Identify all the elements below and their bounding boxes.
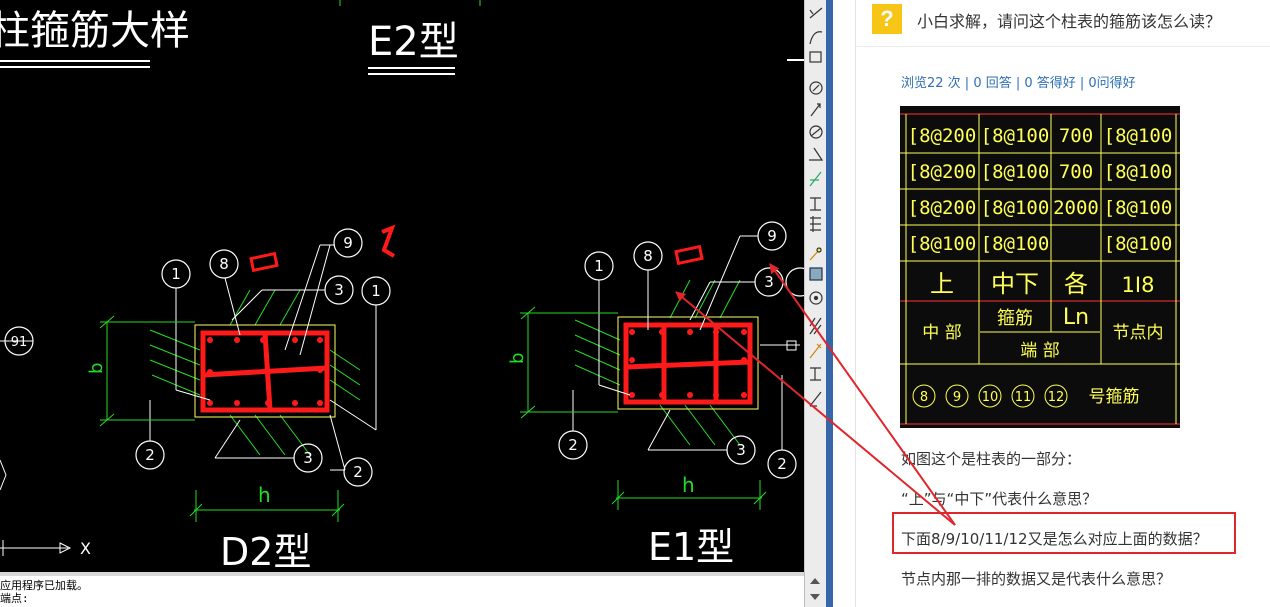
line-tool-icon[interactable] <box>809 7 823 19</box>
d2-dim-b: b <box>86 363 107 374</box>
circle-tool-icon[interactable] <box>809 81 823 95</box>
no-tool-icon[interactable] <box>809 125 823 139</box>
leader-tool-icon[interactable] <box>809 171 822 187</box>
callout-1: 1 <box>171 265 181 283</box>
e1-callout-9: 9 <box>767 227 777 245</box>
question-title: 小白求解，请问这个柱表的箍筋该怎么读？ <box>917 12 1222 31</box>
cad-title-left: 柱箍筋大样 <box>0 8 190 54</box>
cad-label-d2: D2型 <box>220 530 311 572</box>
cell-r4-c4: [8@100 <box>1104 233 1173 255</box>
cad-label-e1: E1型 <box>648 525 734 569</box>
cell-r2-c3: 700 <box>1059 161 1093 183</box>
edit-tool-icon[interactable] <box>809 343 822 359</box>
draw-toolbar <box>804 0 827 572</box>
pointer-tool-icon[interactable] <box>810 103 821 117</box>
arc-tool-icon[interactable] <box>809 31 823 45</box>
highlight-box <box>892 512 1236 554</box>
grid-tool-icon[interactable] <box>809 267 823 281</box>
question-mark-icon: ? <box>872 4 902 34</box>
callout-91: 91 <box>11 335 28 350</box>
window-splitter[interactable] <box>826 0 833 607</box>
mirror-tool-icon[interactable] <box>810 216 821 232</box>
title-divider <box>856 46 1270 47</box>
label-stirrup-number: 号箍筋 <box>1089 387 1140 407</box>
label-node: 节点内 <box>1113 323 1164 343</box>
e1-dim-h: h <box>682 473 695 497</box>
callout-3b: 3 <box>303 449 313 467</box>
question-stats[interactable]: 浏览22 次 | 0 回答 | 0 答得好 | 0问得好 <box>901 72 1136 91</box>
label-middle: 中 部 <box>922 323 961 343</box>
label-end: 端 部 <box>1020 341 1059 361</box>
scroll-up-icon[interactable] <box>810 578 820 584</box>
label-ln: Ln <box>1063 305 1089 330</box>
e1-callout-3b: 3 <box>736 441 746 459</box>
d2-section: b h 1 8 9 3 1 2 3 2 91 D2型 <box>0 224 396 572</box>
pen-tool-icon[interactable] <box>809 247 822 261</box>
cad-drawing-area[interactable]: 柱箍筋大样 E2型 b h 1 8 9 3 1 2 3 2 91 D2型 X b… <box>0 0 804 572</box>
circled-12: 12 <box>1048 390 1065 405</box>
circled-10: 10 <box>982 390 999 405</box>
command-line-scrollbar[interactable] <box>804 572 827 607</box>
cell-r4-c2: [8@100 <box>981 233 1050 255</box>
question-paragraph-4: 节点内那一排的数据又是代表什么意思？ <box>901 570 1172 588</box>
cell-r2-c1: [8@200 <box>908 161 977 183</box>
cell-r1-c3: 700 <box>1059 125 1093 147</box>
callout-9: 9 <box>343 234 353 252</box>
cad-drawing[interactable]: 柱箍筋大样 E2型 b h 1 8 9 3 1 2 3 2 91 D2型 X b… <box>0 0 804 572</box>
cell-r3-c1: [8@200 <box>908 197 977 219</box>
callout-2: 2 <box>145 446 155 464</box>
circled-9: 9 <box>953 390 961 405</box>
toolbar-icons <box>809 7 824 407</box>
column-table-image[interactable]: [8@200 [8@100 700 [8@100 [8@200 [8@100 7… <box>900 106 1180 428</box>
stretch-tool-icon[interactable] <box>810 367 821 381</box>
circled-11: 11 <box>1015 390 1032 405</box>
label-stirrup: 箍筋 <box>997 308 1033 329</box>
target-tool-icon[interactable] <box>809 291 823 305</box>
question-panel: ? 小白求解，请问这个柱表的箍筋该怎么读？ 浏览22 次 | 0 回答 | 0 … <box>856 0 1270 607</box>
cell-r2-c4: [8@100 <box>1104 161 1173 183</box>
header-each: 各 <box>1064 270 1088 298</box>
angle-tool-icon[interactable] <box>809 147 824 161</box>
hatch-tool-icon[interactable] <box>809 317 822 335</box>
callout-3: 3 <box>334 281 344 299</box>
d2-dim-h: h <box>258 483 271 507</box>
dimension-tool-icon[interactable] <box>809 51 822 63</box>
text-tool-icon[interactable] <box>810 197 821 211</box>
header-1i8: 1I8 <box>1122 273 1155 297</box>
cell-r1-c2: [8@100 <box>981 125 1050 147</box>
e1-callout-8: 8 <box>643 247 653 265</box>
header-mid-lower: 中下 <box>991 270 1039 298</box>
cad-title-mid: E2型 <box>368 19 459 65</box>
measure-tool-icon[interactable] <box>809 391 822 407</box>
header-upper: 上 <box>930 270 954 298</box>
circled-8: 8 <box>920 390 928 405</box>
scroll-down-icon[interactable] <box>810 594 820 600</box>
e1-callout-3: 3 <box>764 273 774 291</box>
command-prompt[interactable]: 端点: <box>0 593 29 605</box>
command-history-line: 应用程序已加载。 <box>0 579 88 592</box>
callout-1b: 1 <box>371 282 381 300</box>
ucs-axis: X <box>0 459 91 558</box>
cell-r3-c2: [8@100 <box>981 197 1050 219</box>
callout-8: 8 <box>219 255 229 273</box>
cell-r1-c1: [8@200 <box>908 125 977 147</box>
cell-r4-c1: [8@100 <box>908 233 977 255</box>
question-paragraph-2: “上”与“中下”代表什么意思？ <box>901 490 1098 508</box>
e1-dim-b: b <box>507 353 528 364</box>
callout-2b: 2 <box>353 463 363 481</box>
page-gutter <box>833 0 855 607</box>
cell-r3-c3: 2000 <box>1053 197 1099 219</box>
e1-callout-1: 1 <box>594 257 604 275</box>
e1-callout-2b: 2 <box>777 455 787 473</box>
cell-r1-c4: [8@100 <box>1104 125 1173 147</box>
command-line[interactable]: 应用程序已加载。 端点: <box>0 572 804 607</box>
cell-r3-c4: [8@100 <box>1104 197 1173 219</box>
cell-r2-c2: [8@100 <box>981 161 1050 183</box>
question-paragraph-1: 如图这个是柱表的一部分： <box>901 450 1082 468</box>
e1-callout-2: 2 <box>568 436 578 454</box>
e1-section: b h 1 8 9 3 2 3 2 E1型 <box>507 221 804 569</box>
axis-x-label: X <box>80 539 91 558</box>
